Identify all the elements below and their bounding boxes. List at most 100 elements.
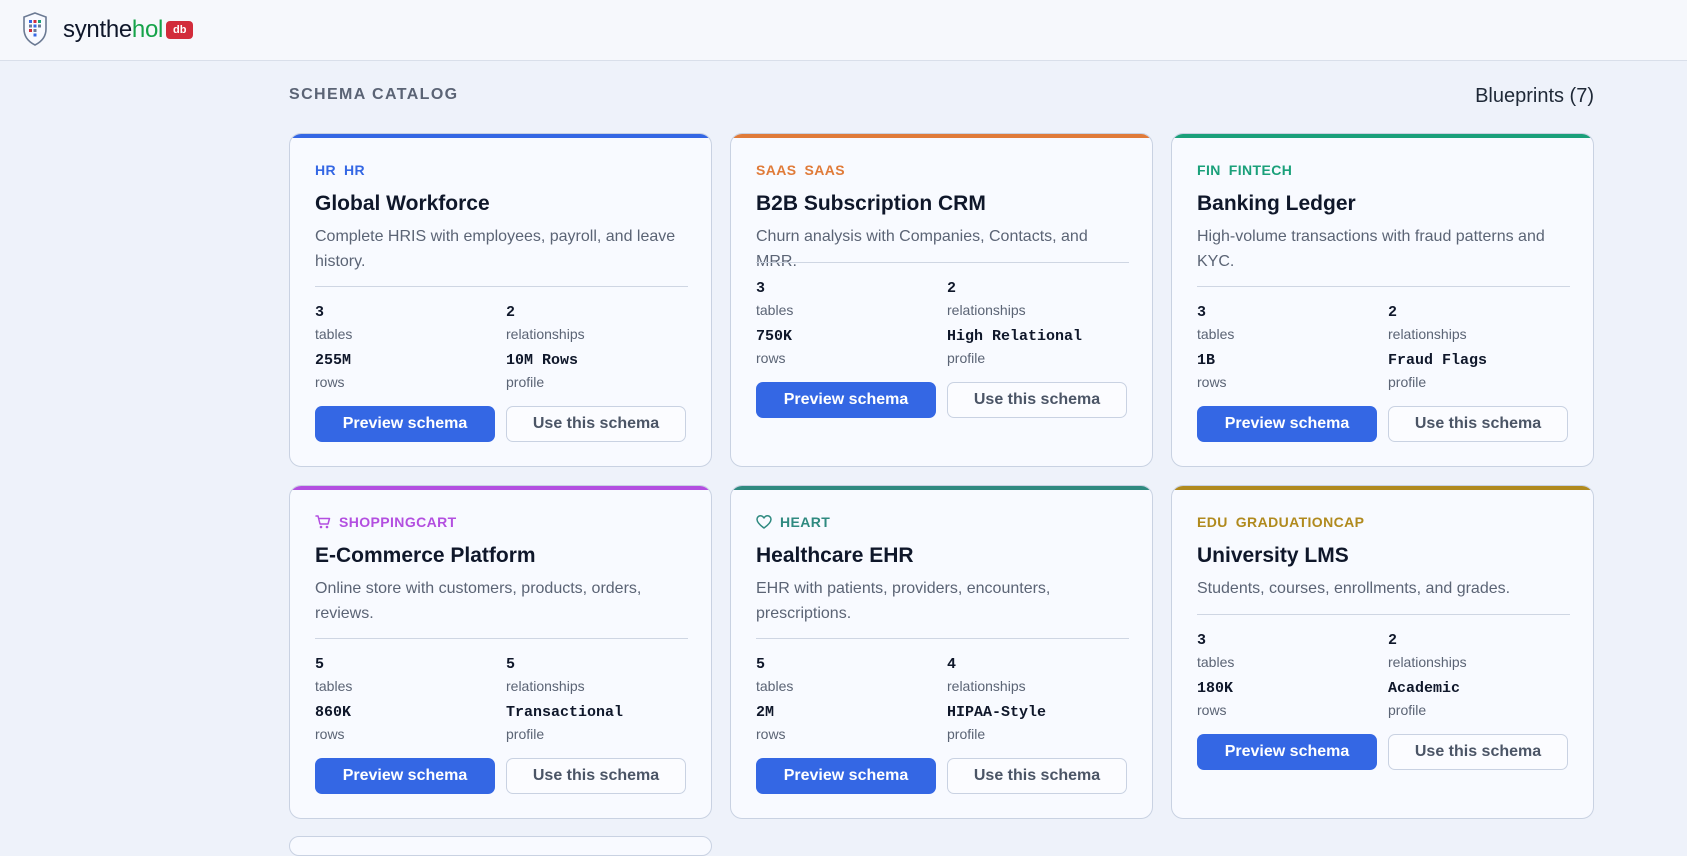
stat-relationships: 2 relationships: [1388, 632, 1568, 670]
stat-value: 180K: [1197, 680, 1234, 697]
use-schema-button[interactable]: Use this schema: [947, 382, 1127, 418]
schema-card[interactable]: SHOPPINGCART E-Commerce Platform Online …: [289, 485, 712, 819]
category-label: GRADUATIONCAP: [1235, 514, 1365, 530]
stat-label: tables: [756, 678, 794, 694]
use-schema-button[interactable]: Use this schema: [506, 406, 686, 442]
stat-value: 3: [1197, 632, 1207, 649]
preview-schema-button[interactable]: Preview schema: [1197, 734, 1377, 770]
stat-tables: 3 tables: [1197, 632, 1377, 670]
stat-rows: 1B rows: [1197, 352, 1377, 390]
stat-profile: Fraud Flags profile: [1388, 352, 1568, 390]
stat-value: 10M Rows: [506, 352, 579, 369]
card-partial: [289, 836, 712, 856]
stat-value: 3: [756, 280, 766, 297]
preview-schema-button[interactable]: Preview schema: [1197, 406, 1377, 442]
card-description: Students, courses, enrollments, and grad…: [1197, 580, 1511, 597]
card-divider: [315, 638, 688, 639]
stat-label: tables: [315, 326, 353, 342]
card-description: Churn analysis with Companies, Contacts,…: [756, 228, 1088, 270]
category-label: HR: [344, 162, 366, 178]
shield-grid-icon[interactable]: [22, 11, 48, 47]
brand-name[interactable]: synthehol: [63, 16, 163, 44]
preview-schema-button[interactable]: Preview schema: [315, 406, 495, 442]
stat-label: rows: [1197, 702, 1227, 718]
category-label: SAAS: [804, 162, 845, 178]
blueprints-count: Blueprints (7): [1475, 85, 1594, 107]
card-category: SHOPPINGCART: [315, 513, 457, 531]
stat-label: rows: [1197, 374, 1227, 390]
schema-card[interactable]: SAAS SAAS B2B Subscription CRM Churn anal…: [730, 133, 1153, 467]
db-badge: db: [166, 21, 194, 39]
stat-value: 5: [756, 656, 766, 673]
card-accent-stripe: [290, 134, 711, 138]
use-schema-button[interactable]: Use this schema: [1388, 734, 1568, 770]
heart-icon: [756, 514, 772, 530]
stat-profile: Transactional profile: [506, 704, 686, 742]
stat-profile: High Relational profile: [947, 328, 1127, 366]
stat-label: rows: [756, 726, 786, 742]
card-description: Complete HRIS with employees, payroll, a…: [315, 228, 676, 270]
schema-card[interactable]: FIN FINTECH Banking Ledger High-volume tr…: [1171, 133, 1594, 467]
stat-label: profile: [1388, 374, 1427, 390]
card-category: SAAS SAAS: [756, 161, 845, 179]
stat-relationships: 2 relationships: [947, 280, 1127, 318]
stat-rows: 255M rows: [315, 352, 495, 390]
stat-relationships: 4 relationships: [947, 656, 1127, 694]
stat-value: 2: [947, 280, 957, 297]
use-schema-button[interactable]: Use this schema: [506, 758, 686, 794]
stat-value: 5: [315, 656, 325, 673]
stat-label: relationships: [1388, 326, 1467, 342]
stat-label: profile: [947, 350, 986, 366]
stat-value: Fraud Flags: [1388, 352, 1488, 369]
category-code: EDU: [1197, 514, 1228, 530]
stat-value: 255M: [315, 352, 352, 369]
card-divider: [315, 286, 688, 287]
stat-tables: 3 tables: [315, 304, 495, 342]
card-divider: [1197, 286, 1570, 287]
schema-card[interactable]: EDU GRADUATIONCAP University LMS Students…: [1171, 485, 1594, 819]
preview-schema-button[interactable]: Preview schema: [756, 758, 936, 794]
use-schema-button[interactable]: Use this schema: [1388, 406, 1568, 442]
card-title: University LMS: [1197, 544, 1349, 567]
stat-tables: 5 tables: [315, 656, 495, 694]
card-title: B2B Subscription CRM: [756, 192, 986, 215]
stat-label: relationships: [506, 678, 585, 694]
brand-accent: hol: [131, 16, 164, 43]
stat-profile: Academic profile: [1388, 680, 1568, 718]
stat-label: rows: [756, 350, 786, 366]
shopping-cart-icon: [315, 514, 331, 530]
stat-value: 3: [315, 304, 325, 321]
stat-value: Transactional: [506, 704, 624, 721]
card-title: Global Workforce: [315, 192, 490, 215]
card-title: Healthcare EHR: [756, 544, 914, 567]
section-title: SCHEMA CATALOG: [289, 86, 459, 103]
stat-tables: 3 tables: [1197, 304, 1377, 342]
category-label: SHOPPINGCART: [339, 514, 457, 530]
preview-schema-button[interactable]: Preview schema: [756, 382, 936, 418]
card-accent-stripe: [1172, 486, 1593, 490]
stat-value: 2M: [756, 704, 775, 721]
card-title: E-Commerce Platform: [315, 544, 536, 567]
use-schema-button[interactable]: Use this schema: [947, 758, 1127, 794]
card-category: FIN FINTECH: [1197, 161, 1292, 179]
card-accent-stripe: [731, 486, 1152, 490]
category-code: FIN: [1197, 162, 1221, 178]
stat-tables: 3 tables: [756, 280, 936, 318]
schema-card[interactable]: HEART Healthcare EHR EHR with patients, …: [730, 485, 1153, 819]
card-category: HEART: [756, 513, 830, 531]
stat-rows: 180K rows: [1197, 680, 1377, 718]
stat-value: Academic: [1388, 680, 1461, 697]
stat-rows: 860K rows: [315, 704, 495, 742]
stat-tables: 5 tables: [756, 656, 936, 694]
brand-prefix: synthe: [63, 16, 132, 43]
stat-relationships: 2 relationships: [1388, 304, 1568, 342]
stat-label: tables: [1197, 654, 1235, 670]
card-description: Online store with customers, products, o…: [315, 580, 642, 622]
preview-schema-button[interactable]: Preview schema: [315, 758, 495, 794]
stat-value: 1B: [1197, 352, 1216, 369]
card-description: High-volume transactions with fraud patt…: [1197, 228, 1545, 270]
stat-label: profile: [1388, 702, 1427, 718]
schema-card[interactable]: HR HR Global Workforce Complete HRIS with…: [289, 133, 712, 467]
stat-value: 750K: [756, 328, 793, 345]
stat-label: rows: [315, 726, 345, 742]
